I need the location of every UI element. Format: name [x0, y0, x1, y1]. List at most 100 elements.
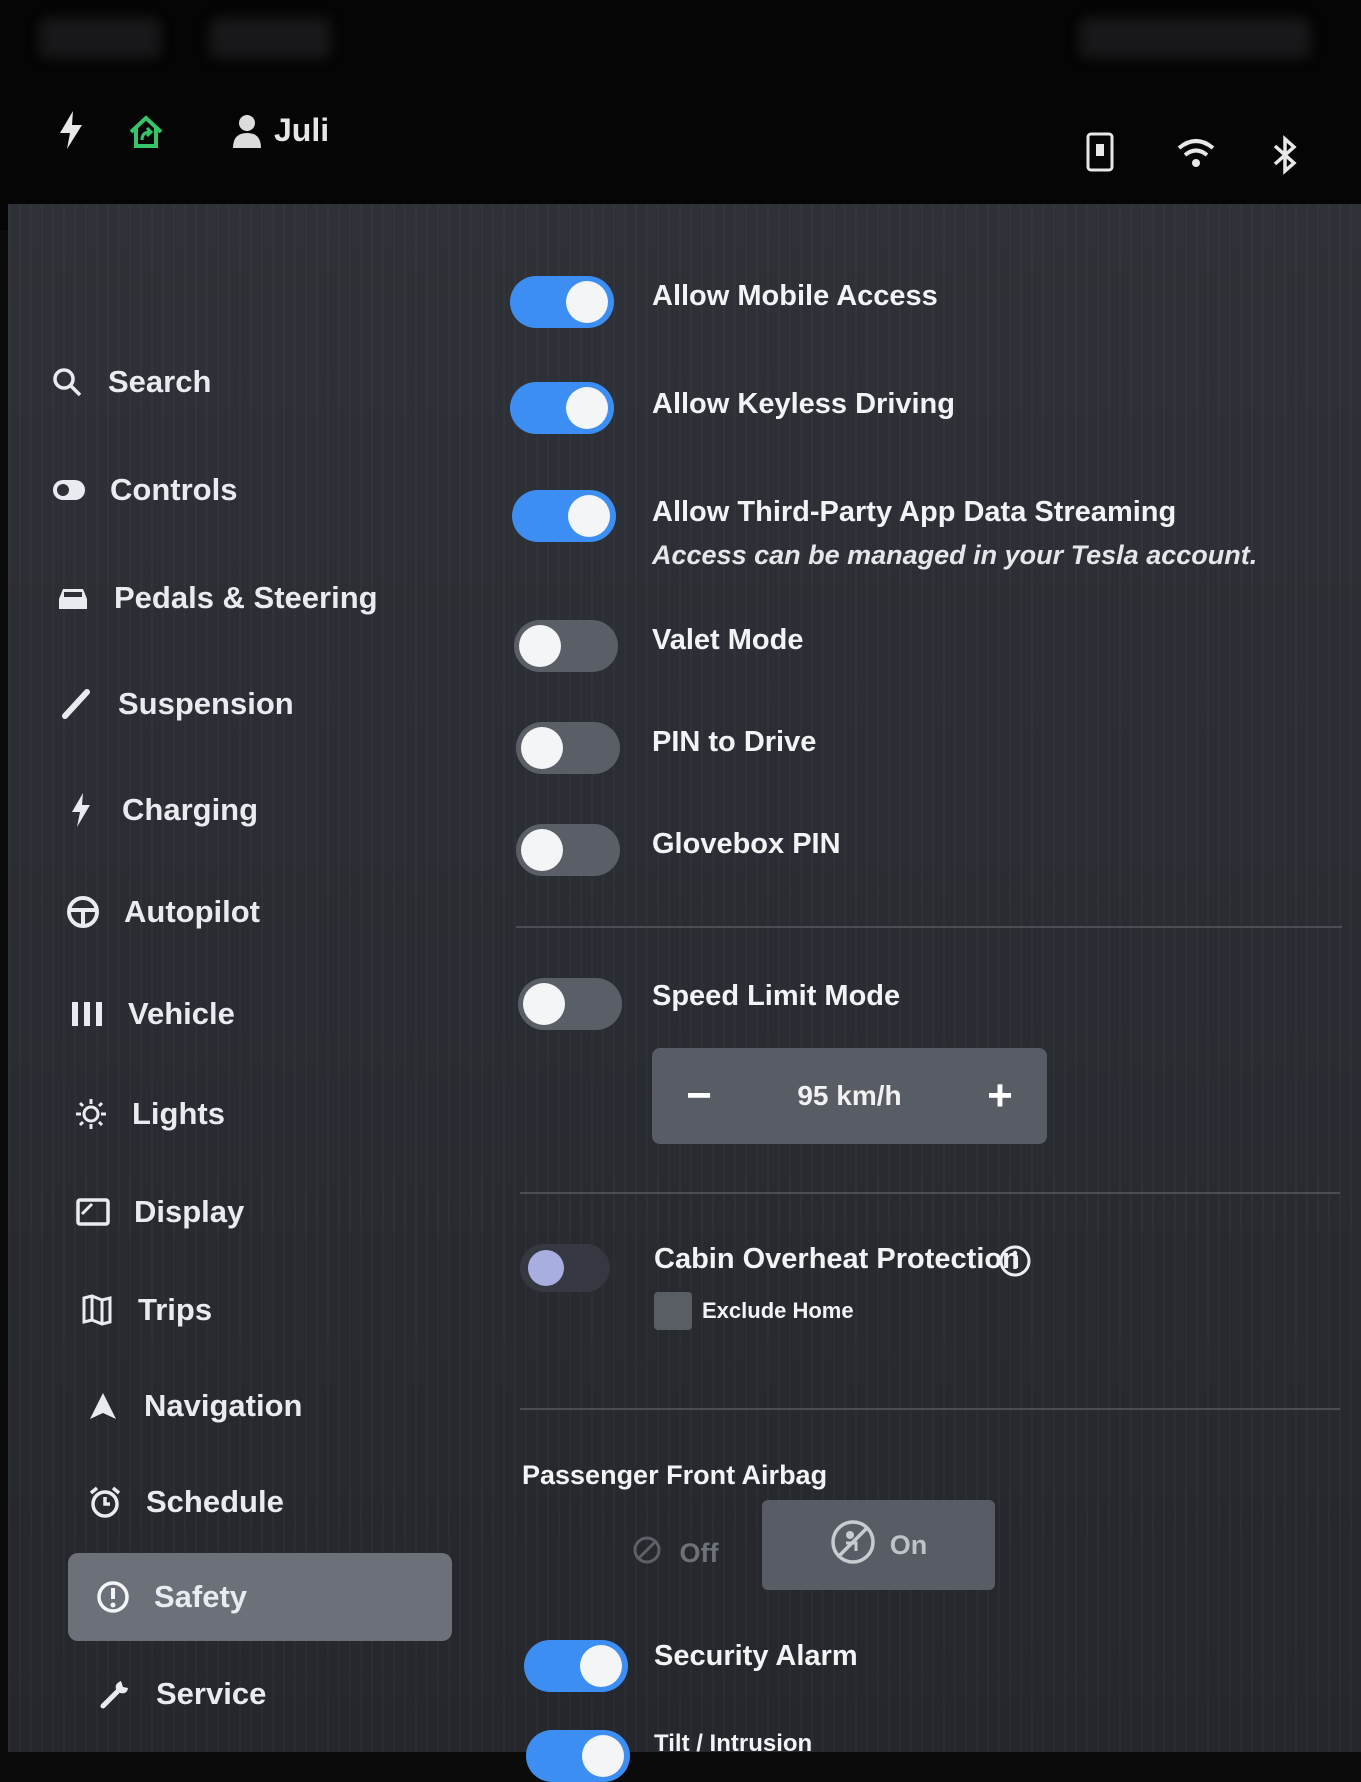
blurred-status-area — [40, 18, 160, 58]
speed-limit-mode-toggle[interactable] — [518, 978, 622, 1030]
speed-limit-mode-label: Speed Limit Mode — [652, 980, 901, 1012]
home-link-icon[interactable] — [126, 112, 166, 152]
display-icon — [76, 1195, 110, 1229]
vehicle-bars-icon — [70, 997, 104, 1031]
toggle-knob — [566, 387, 608, 429]
wrench-icon — [98, 1677, 132, 1711]
toggle-knob — [528, 1250, 564, 1286]
sidebar-item-navigation[interactable]: Navigation — [86, 1376, 302, 1436]
sidebar-item-label: Suspension — [118, 686, 294, 721]
passenger-airbag-label: Passenger Front Airbag — [522, 1460, 828, 1490]
blurred-status-area — [1080, 18, 1310, 58]
lightning-icon — [64, 793, 98, 827]
glovebox-pin-toggle[interactable] — [516, 824, 620, 876]
toggle-knob — [521, 727, 563, 769]
tilt-intrusion-toggle[interactable] — [526, 1730, 630, 1782]
valet-mode-label: Valet Mode — [652, 624, 804, 656]
search-icon — [50, 365, 84, 399]
toggle-knob — [521, 829, 563, 871]
toggle-knob — [580, 1645, 622, 1687]
sidebar-item-trips[interactable]: Trips — [80, 1280, 212, 1340]
sidebar-item-label: Schedule — [146, 1484, 284, 1519]
sidebar-item-label: Safety — [154, 1579, 248, 1614]
exclude-home-label: Exclude Home — [702, 1298, 854, 1323]
speed-increase-button[interactable]: + — [975, 1071, 1025, 1121]
sidebar-item-charging[interactable]: Charging — [64, 780, 258, 840]
mobile-access-toggle[interactable] — [510, 276, 614, 328]
steering-wheel-icon — [66, 895, 100, 929]
cabin-overheat-toggle[interactable] — [520, 1244, 610, 1292]
sidebar-item-label: Trips — [138, 1292, 213, 1327]
security-alarm-label: Security Alarm — [654, 1640, 858, 1672]
toggle-knob — [566, 281, 608, 323]
toggle-knob — [582, 1735, 624, 1777]
sidebar-item-safety[interactable]: Safety — [68, 1553, 452, 1641]
third-party-streaming-description: Access can be managed in your Tesla acco… — [652, 540, 1258, 570]
sidebar-item-pedals-steering[interactable]: Pedals & Steering — [56, 568, 378, 628]
airbag-off-label: Off — [679, 1537, 719, 1568]
sidebar-item-vehicle[interactable]: Vehicle — [70, 984, 235, 1044]
speed-limit-value: 95 km/h — [797, 1080, 902, 1111]
sidebar-item-search[interactable]: Search — [50, 352, 211, 412]
toggle-icon — [52, 473, 86, 507]
sidebar-item-display[interactable]: Display — [76, 1182, 244, 1242]
mobile-access-label: Allow Mobile Access — [652, 280, 938, 312]
sidebar-item-controls[interactable]: Controls — [52, 460, 237, 520]
section-divider — [520, 1408, 1340, 1410]
sidebar-item-label: Controls — [110, 472, 238, 507]
keyless-driving-label: Allow Keyless Driving — [652, 388, 955, 420]
glovebox-pin-label: Glovebox PIN — [652, 828, 841, 860]
top-status-bar: Juli — [0, 0, 1361, 230]
wifi-icon[interactable] — [1176, 136, 1216, 170]
sidebar-item-autopilot[interactable]: Autopilot — [66, 882, 260, 942]
section-divider — [520, 1192, 1340, 1194]
sidebar-item-label: Search — [108, 364, 212, 399]
valet-mode-toggle[interactable] — [514, 620, 618, 672]
trips-icon — [80, 1293, 114, 1327]
sidebar-item-service[interactable]: Service — [98, 1664, 266, 1724]
speed-decrease-button[interactable]: − — [674, 1071, 724, 1121]
sidebar-item-schedule[interactable]: Schedule — [88, 1472, 284, 1532]
sidebar-item-label: Lights — [132, 1096, 225, 1131]
section-divider — [516, 926, 1342, 928]
sidebar-item-label: Autopilot — [124, 894, 261, 929]
alarm-clock-icon — [88, 1485, 122, 1519]
driver-profile[interactable]: Juli — [232, 112, 329, 149]
third-party-streaming-toggle[interactable] — [512, 490, 616, 542]
keyless-driving-toggle[interactable] — [510, 382, 614, 434]
pin-to-drive-label: PIN to Drive — [652, 726, 817, 758]
lightning-icon[interactable] — [56, 110, 86, 150]
security-alarm-toggle[interactable] — [524, 1640, 628, 1692]
sun-icon — [74, 1097, 108, 1131]
sidebar-item-label: Navigation — [144, 1388, 303, 1423]
sidebar-item-label: Service — [156, 1676, 267, 1711]
sidebar-item-label: Display — [134, 1194, 245, 1229]
info-icon[interactable] — [998, 1244, 1032, 1283]
bluetooth-icon[interactable] — [1270, 134, 1300, 176]
safety-icon — [96, 1580, 130, 1614]
sidebar-item-label: Vehicle — [128, 996, 235, 1031]
airbag-off-icon — [632, 1535, 662, 1572]
airbag-on-icon — [830, 1519, 876, 1572]
toggle-knob — [568, 495, 610, 537]
phone-key-icon[interactable] — [1086, 132, 1114, 172]
user-icon — [233, 114, 261, 148]
toggle-knob — [523, 983, 565, 1025]
suspension-icon — [60, 687, 94, 721]
speed-limit-stepper: − 95 km/h + — [652, 1048, 1047, 1144]
sidebar-item-label: Pedals & Steering — [114, 580, 378, 615]
airbag-on-label: On — [889, 1529, 928, 1560]
sidebar-item-lights[interactable]: Lights — [74, 1084, 225, 1144]
blurred-status-area — [210, 18, 330, 58]
toggle-knob — [519, 625, 561, 667]
third-party-streaming-label: Allow Third-Party App Data Streaming — [652, 496, 1177, 528]
cabin-overheat-label: Cabin Overheat Protection — [654, 1243, 1020, 1275]
sidebar-item-suspension[interactable]: Suspension — [60, 674, 294, 734]
tilt-intrusion-label: Tilt / Intrusion — [654, 1730, 813, 1757]
exclude-home-checkbox[interactable] — [654, 1292, 692, 1330]
airbag-off-option[interactable]: Off — [590, 1518, 760, 1588]
pin-to-drive-toggle[interactable] — [516, 722, 620, 774]
airbag-on-option[interactable]: On — [762, 1500, 995, 1590]
car-icon — [56, 581, 90, 615]
navigation-arrow-icon — [86, 1389, 120, 1423]
